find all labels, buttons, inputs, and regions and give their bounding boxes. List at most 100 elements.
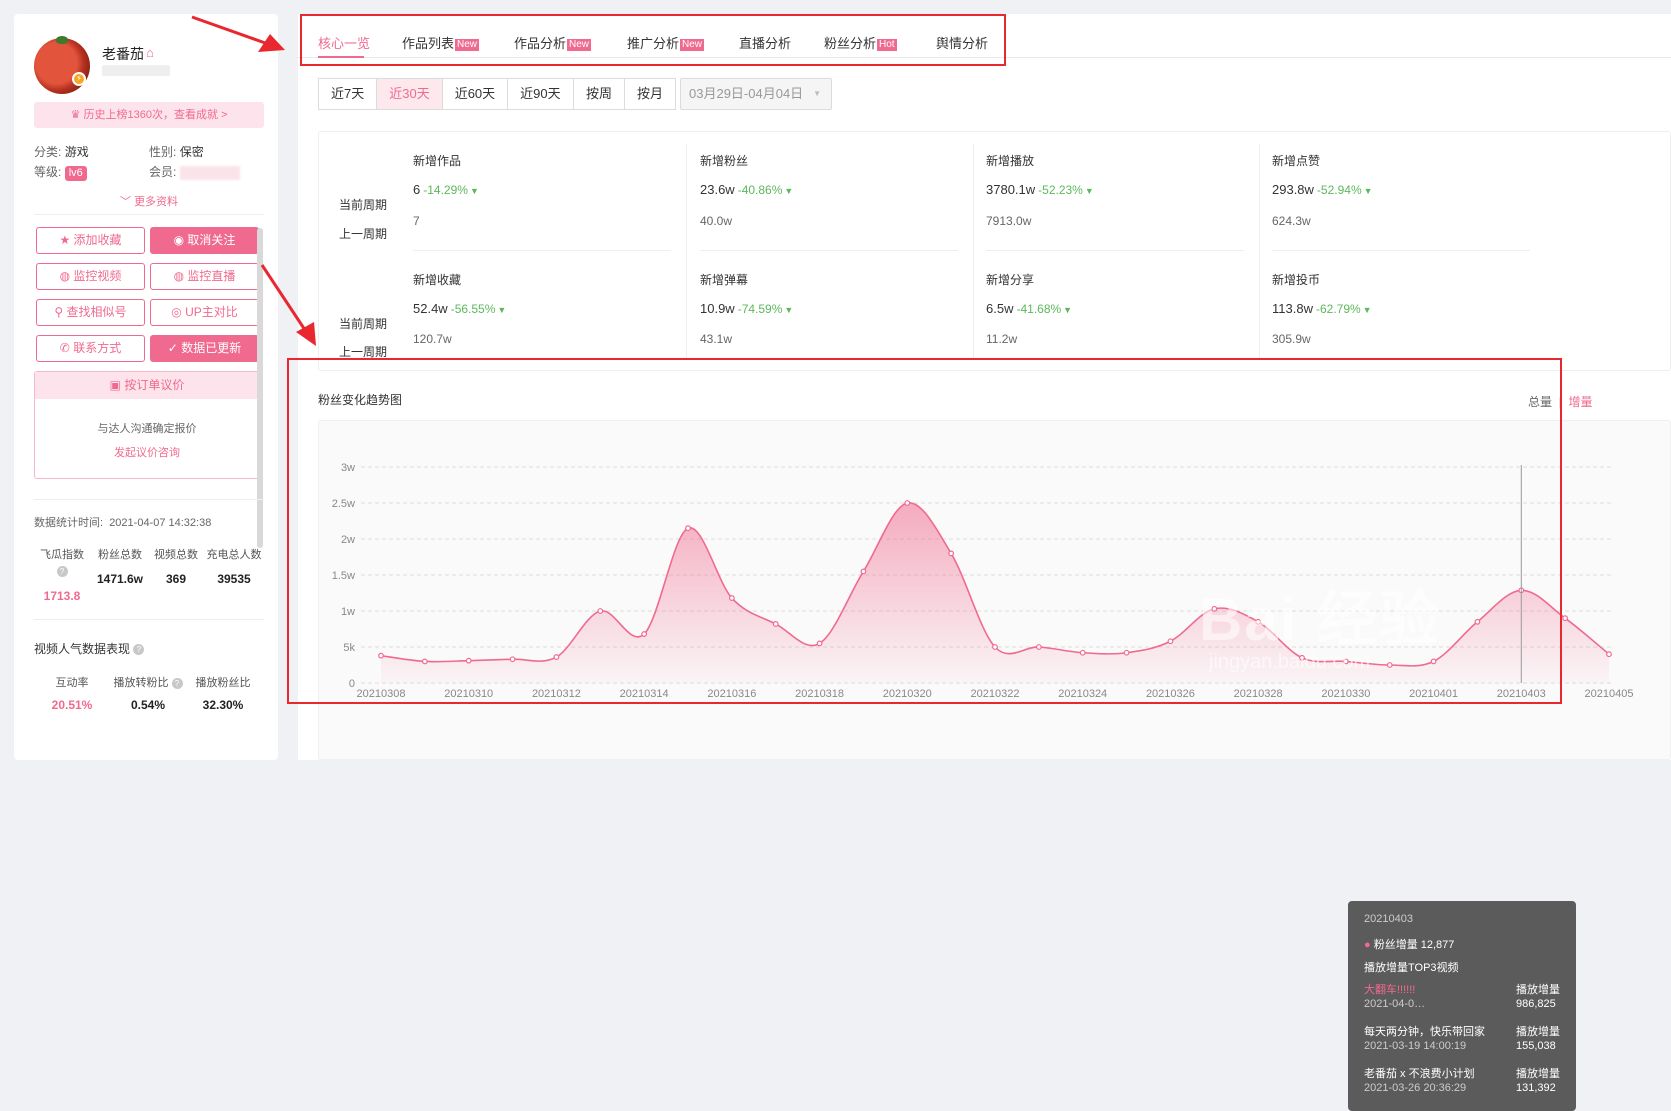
gender-value: 保密 — [179, 145, 204, 159]
metric-current: 293.8w -52.94% ▼ — [1272, 182, 1373, 197]
honor-banner[interactable]: ♛ 历史上榜1360次，查看成就 > — [34, 102, 264, 128]
video-perf-title: 视频人气数据表现 ? — [34, 640, 145, 657]
unfollow-button[interactable]: ◉ 取消关注 — [150, 227, 259, 254]
category-value: 游戏 — [64, 145, 89, 159]
range-60d[interactable]: 近60天 — [443, 79, 509, 109]
stats-time: 数据统计时间: 2021-04-07 14:32:38 — [34, 514, 211, 530]
period-selector: 按周 按月 — [573, 78, 677, 110]
metrics-panel: 当前周期 上一周期 当前周期 上一周期 新增作品 6 -14.29% ▼ 7 新增粉丝 23… — [318, 131, 1671, 371]
data-updated-button[interactable]: ✓ 数据已更新 — [150, 335, 259, 362]
metric-previous: 305.9w — [1272, 332, 1311, 346]
profile-id-blurred — [102, 65, 170, 76]
video-perf-title-text: 视频人气数据表现 — [34, 642, 131, 656]
home-icon[interactable]: ⌂ — [146, 45, 154, 60]
metric-change-pct: -62.79% — [1315, 302, 1361, 316]
annotation-box-chart — [287, 358, 1562, 704]
metric-current-value: 10.9w — [700, 301, 735, 316]
metric-current: 10.9w -74.59% ▼ — [700, 301, 793, 316]
stat-value: 369 — [165, 572, 187, 586]
tooltip-date: 20210403 — [1364, 913, 1413, 925]
metric-name: 新增点赞 — [1272, 154, 1321, 168]
level-badge: lv6 — [64, 166, 87, 181]
profile-name: 老番茄 — [102, 46, 144, 62]
metric-current-value: 23.6w — [700, 182, 735, 197]
metric-change-pct: -14.29% — [423, 183, 468, 197]
metric-previous: 40.0w — [700, 214, 733, 228]
date-picker[interactable]: 03月29日-04月04日 ▼ — [680, 78, 832, 110]
divider — [34, 619, 264, 620]
help-icon[interactable]: ? — [56, 565, 68, 577]
data-point — [1562, 615, 1569, 622]
help-icon[interactable]: ? — [171, 677, 183, 689]
down-arrow-icon: ▼ — [784, 186, 794, 196]
stat-value: 39535 — [217, 572, 251, 586]
down-arrow-icon: ▼ — [469, 186, 479, 196]
metric-current-value: 3780.1w — [986, 182, 1036, 197]
tooltip-video-time: 2021-03-19 14:00:19 — [1364, 1040, 1467, 1052]
period-month[interactable]: 按月 — [625, 79, 675, 109]
day-range-selector: 近7天 近30天 近60天 近90天 — [318, 78, 574, 110]
perf-label: 互动率 — [55, 677, 89, 689]
prev-period-label: 上一周期 — [339, 227, 388, 241]
add-favorite-label: 添加收藏 — [73, 233, 122, 247]
tooltip-play-label: 播放增量 — [1516, 984, 1560, 996]
metric-change-pct: -74.59% — [737, 302, 783, 316]
sidebar-scrollbar[interactable] — [257, 228, 263, 548]
metric-current: 6 -14.29% ▼ — [413, 182, 479, 197]
divider — [973, 144, 974, 360]
eye-icon: ◉ — [173, 233, 188, 247]
avatar[interactable] — [34, 38, 90, 94]
metric-previous: 120.7w — [413, 332, 452, 346]
tooltip-play-label: 播放增量 — [1516, 1026, 1560, 1038]
crown-icon: ♛ — [70, 109, 84, 121]
find-similar-button[interactable]: ⚲ 查找相似号 — [36, 299, 145, 326]
add-favorite-button[interactable]: ★ 添加收藏 — [36, 227, 145, 254]
compare-button[interactable]: ◎ UP主对比 — [150, 299, 259, 326]
range-90d[interactable]: 近90天 — [508, 79, 572, 109]
current-period-label: 当前周期 — [339, 198, 388, 212]
contact-button[interactable]: ✆ 联系方式 — [36, 335, 145, 362]
monitor-video-label: 监控视频 — [73, 269, 122, 283]
level-label: 等级: — [34, 165, 62, 179]
toggle-increment[interactable]: 增量 — [1568, 395, 1592, 409]
stat-charge-total: 充电总人数 39535 — [203, 546, 265, 586]
data-updated-label: 数据已更新 — [181, 341, 242, 355]
tooltip-series: ● 粉丝增量 12,877 — [1364, 936, 1454, 952]
quote-link[interactable]: 发起议价咨询 — [35, 444, 259, 460]
more-info-link[interactable]: ﹀ 更多资料 — [120, 193, 178, 209]
metric-current-value: 6.5w — [986, 301, 1014, 316]
star-icon: ★ — [59, 233, 74, 247]
tooltip-top-title: 播放增量TOP3视频 — [1364, 962, 1459, 974]
category-label: 分类: — [34, 145, 62, 159]
down-arrow-icon: ▼ — [1084, 186, 1094, 196]
metric-current: 52.4w -56.55% ▼ — [413, 301, 506, 316]
metric-change-pct: -40.86% — [737, 183, 783, 197]
metric-current: 113.8w -62.79% ▼ — [1272, 301, 1372, 316]
monitor-video-button[interactable]: ◍ 监控视频 — [36, 263, 145, 290]
range-30d[interactable]: 近30天 — [377, 79, 443, 109]
metric-previous: 43.1w — [700, 332, 733, 346]
perf-label: 播放转粉比 — [113, 677, 169, 689]
find-similar-label: 查找相似号 — [66, 305, 127, 319]
quote-header: ▣ 按订单议价 — [35, 372, 259, 399]
avatar-leaf — [56, 36, 68, 44]
monitor-live-button[interactable]: ◍ 监控直播 — [150, 263, 259, 290]
metric-name: 新增投币 — [1272, 273, 1321, 287]
period-week[interactable]: 按周 — [574, 79, 626, 109]
metric-change-pct: -52.94% — [1316, 183, 1362, 197]
down-arrow-icon: ▼ — [1063, 305, 1073, 315]
unfollow-label: 取消关注 — [187, 233, 236, 247]
range-7d[interactable]: 近7天 — [319, 79, 378, 109]
help-icon[interactable]: ? — [133, 644, 145, 656]
compare-icon: ◎ — [171, 305, 186, 319]
stat-label: 粉丝总数 — [98, 549, 142, 561]
perf-play-fan-ratio: 播放粉丝比 32.30% — [190, 674, 256, 712]
caret-down-icon: ▼ — [813, 89, 821, 98]
metric-current: 23.6w -40.86% ▼ — [700, 182, 793, 197]
gender-field: 性别: 保密 — [149, 143, 204, 160]
more-info-label: 更多资料 — [134, 196, 179, 208]
metric-current-value: 6 — [413, 182, 421, 197]
down-arrow-icon: ▼ — [784, 305, 794, 315]
down-arrow-icon: ▼ — [1363, 186, 1373, 196]
perf-value: 0.54% — [130, 698, 166, 712]
